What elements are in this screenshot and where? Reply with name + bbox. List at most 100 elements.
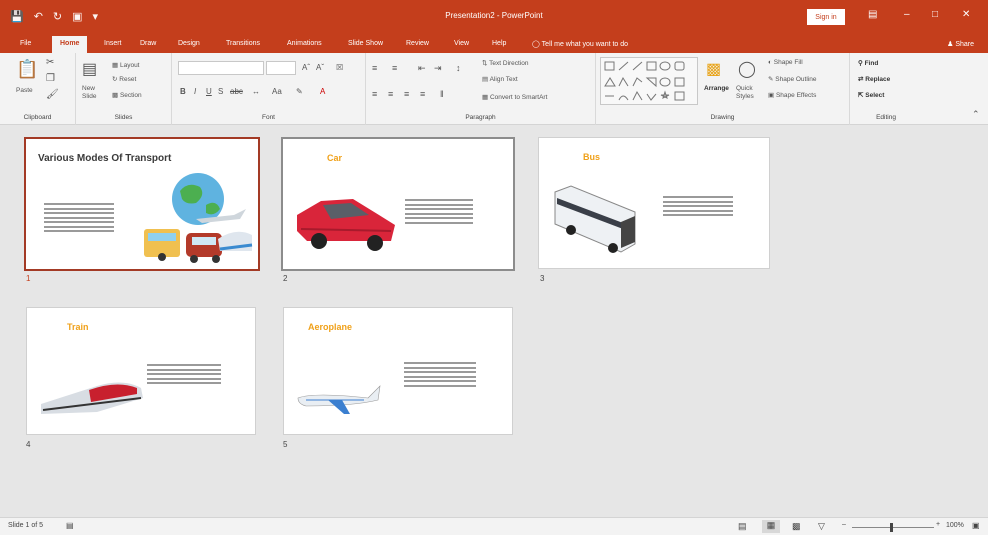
select-button[interactable]: ⇱ Select <box>858 91 884 99</box>
zoom-in-icon[interactable]: + <box>936 521 940 528</box>
format-painter-icon[interactable]: 🖌 <box>46 89 59 100</box>
close-icon[interactable]: ✕ <box>962 9 970 20</box>
slide-thumbnail-2[interactable]: Car <box>281 137 515 271</box>
slide-title: Car <box>327 153 343 163</box>
reset-label: Reset <box>119 76 137 83</box>
strikethrough-icon[interactable]: abc <box>230 87 243 96</box>
slide-thumbnail-5[interactable]: Aeroplane <box>283 307 513 435</box>
tab-review[interactable]: Review <box>406 40 429 47</box>
shape-outline-button[interactable]: ✎ Shape Outline <box>768 75 816 83</box>
tab-slide-show[interactable]: Slide Show <box>348 40 383 47</box>
copy-icon[interactable]: ❐ <box>46 73 55 84</box>
font-name-dropdown[interactable] <box>178 61 264 75</box>
slide-sorter-view-icon[interactable]: ▦ <box>762 520 780 533</box>
tab-help[interactable]: Help <box>492 40 506 47</box>
increase-font-size-icon[interactable]: Aˆ <box>302 63 310 72</box>
accessibility-icon[interactable]: ▤ <box>66 521 74 530</box>
replace-button[interactable]: ⇄ Replace <box>858 75 890 83</box>
quick-styles-label[interactable]: Quick Styles <box>736 85 760 101</box>
status-bar: Slide 1 of 5 ▤ ▤ ▦ ▩ ▽ – + 100% ▣ <box>0 517 988 535</box>
decrease-font-size-icon[interactable]: Aˇ <box>316 63 324 72</box>
slide-body-text <box>663 196 733 219</box>
align-left-icon[interactable]: ≡ <box>372 89 377 99</box>
zoom-slider-thumb[interactable] <box>890 523 893 532</box>
editing-group: ⚲ Find ⇄ Replace ⇱ Select Editing <box>850 53 922 125</box>
paste-icon[interactable]: 📋 <box>16 59 38 80</box>
zoom-slider[interactable] <box>852 527 934 528</box>
shapes-gallery[interactable] <box>600 57 698 105</box>
layout-label: Layout <box>119 62 140 69</box>
slide-show-view-icon[interactable]: ▽ <box>818 521 825 532</box>
bullets-icon[interactable]: ≡ <box>372 63 377 73</box>
clear-formatting-icon[interactable]: ☒ <box>336 63 343 72</box>
font-group-label: Font <box>261 114 275 121</box>
slides-group-label: Slides <box>114 114 133 121</box>
highlight-icon[interactable]: ✎ <box>296 87 303 96</box>
increase-indent-icon[interactable]: ⇥ <box>434 63 442 74</box>
cut-icon[interactable]: ✂ <box>46 57 54 68</box>
tab-home[interactable]: Home <box>52 36 88 53</box>
text-direction-label: Text Direction <box>489 60 529 67</box>
arrange-icon[interactable]: ▩ <box>706 59 721 79</box>
zoom-out-icon[interactable]: – <box>842 521 846 528</box>
sign-in-button[interactable]: Sign in <box>807 9 845 25</box>
tell-me-label: Tell me what you want to do <box>541 41 629 48</box>
arrange-label[interactable]: Arrange <box>704 85 729 92</box>
normal-view-icon[interactable]: ▤ <box>738 521 747 532</box>
shape-fill-label: Shape Fill <box>773 59 803 66</box>
minimize-icon[interactable]: – <box>904 9 910 20</box>
tab-animations[interactable]: Animations <box>287 40 322 47</box>
find-icon: ⚲ <box>858 60 863 67</box>
fit-to-window-icon[interactable]: ▣ <box>972 521 980 530</box>
convert-smartart-label: Convert to SmartArt <box>489 94 548 101</box>
maximize-icon[interactable]: □ <box>932 9 938 20</box>
slide-thumbnail-1[interactable]: Various Modes Of Transport <box>24 137 260 271</box>
tell-me-search[interactable]: ◯ Tell me what you want to do <box>532 40 628 48</box>
convert-smartart-button[interactable]: ▦ Convert to SmartArt <box>482 93 547 101</box>
new-slide-label[interactable]: New Slide <box>82 85 108 101</box>
align-text-button[interactable]: ▤ Align Text <box>482 75 518 83</box>
tab-transitions[interactable]: Transitions <box>226 40 260 47</box>
decrease-indent-icon[interactable]: ⇤ <box>418 63 426 74</box>
tab-file[interactable]: File <box>20 40 31 47</box>
bus-image <box>554 185 636 253</box>
numbering-icon[interactable]: ≡ <box>392 63 397 73</box>
find-button[interactable]: ⚲ Find <box>858 59 878 67</box>
slide-body-text <box>404 362 476 389</box>
zoom-level[interactable]: 100% <box>946 522 964 529</box>
shadow-icon[interactable]: S <box>218 87 223 96</box>
change-case-icon[interactable]: Aa <box>272 87 282 96</box>
share-button[interactable]: ♟ Share <box>947 40 974 48</box>
new-slide-icon[interactable]: ▤ <box>82 59 97 79</box>
line-spacing-icon[interactable]: ↕ <box>456 63 461 73</box>
font-color-icon[interactable]: A <box>320 87 325 96</box>
justify-icon[interactable]: ≡ <box>420 89 425 99</box>
tab-insert[interactable]: Insert <box>104 40 122 47</box>
underline-icon[interactable]: U <box>206 87 212 96</box>
slide-body-text <box>405 199 473 226</box>
ribbon-display-options-icon[interactable]: ▤ <box>868 9 877 20</box>
tab-draw[interactable]: Draw <box>140 40 156 47</box>
paste-label[interactable]: Paste <box>16 87 33 94</box>
align-center-icon[interactable]: ≡ <box>388 89 393 99</box>
quick-styles-icon[interactable]: ◯ <box>738 59 756 79</box>
reset-button[interactable]: ↻ Reset <box>112 75 136 83</box>
columns-icon[interactable]: ‖ <box>440 89 444 99</box>
italic-icon[interactable]: I <box>194 87 196 96</box>
shape-fill-button[interactable]: ◐ Shape Fill <box>768 59 803 66</box>
character-spacing-icon[interactable]: ↔ <box>252 87 260 96</box>
layout-button[interactable]: ▦ Layout <box>112 61 140 69</box>
bold-icon[interactable]: B <box>180 87 186 96</box>
slide-thumbnail-4[interactable]: Train <box>26 307 256 435</box>
collapse-ribbon-icon[interactable]: ⌃ <box>972 109 980 120</box>
font-size-dropdown[interactable] <box>266 61 296 75</box>
shape-effects-button[interactable]: ▣ Shape Effects <box>768 91 816 99</box>
tab-design[interactable]: Design <box>178 40 200 47</box>
slide-sorter: Various Modes Of Transport 1 Car 2 Bus 3… <box>0 125 988 517</box>
reading-view-icon[interactable]: ▩ <box>792 521 801 532</box>
tab-view[interactable]: View <box>454 40 469 47</box>
slide-thumbnail-3[interactable]: Bus <box>538 137 770 269</box>
align-right-icon[interactable]: ≡ <box>404 89 409 99</box>
text-direction-button[interactable]: ⇅ Text Direction <box>482 59 529 67</box>
section-button[interactable]: ▩ Section <box>112 91 142 99</box>
